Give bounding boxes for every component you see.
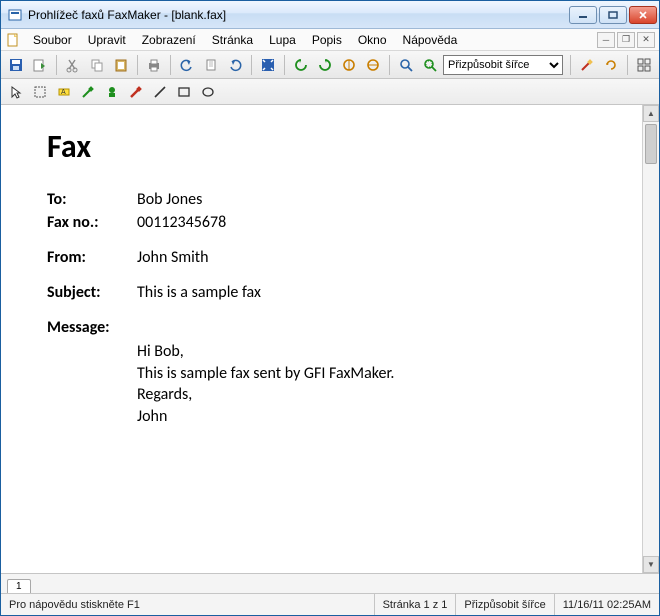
page-tab-1[interactable]: 1 [7, 579, 31, 593]
value-faxno: 00112345678 [137, 213, 226, 232]
svg-text:A: A [61, 89, 66, 96]
status-zoom: Přizpůsobit šířce [456, 594, 554, 615]
refresh-button[interactable] [600, 54, 622, 76]
message-line: Hi Bob, [137, 341, 596, 363]
zoom-tool-button[interactable] [395, 54, 417, 76]
export-button[interactable] [29, 54, 51, 76]
print-button[interactable] [143, 54, 165, 76]
message-body: Hi Bob, This is sample fax sent by GFI F… [137, 341, 596, 427]
flip-h-button[interactable] [338, 54, 360, 76]
message-line: This is sample fax sent by GFI FaxMaker. [137, 363, 596, 385]
ellipse-tool-button[interactable] [197, 81, 219, 103]
scroll-thumb[interactable] [645, 124, 657, 164]
label-message: Message: [47, 318, 137, 337]
page-rotate-button[interactable] [200, 54, 222, 76]
menu-upravit[interactable]: Upravit [80, 31, 134, 49]
toolbar-separator [251, 55, 252, 75]
close-button[interactable] [629, 6, 657, 24]
maximize-button[interactable] [599, 6, 627, 24]
toolbar-separator [170, 55, 171, 75]
window-controls [569, 6, 657, 24]
toolbar-separator [570, 55, 571, 75]
value-from: John Smith [137, 248, 209, 267]
fit-page-button[interactable] [257, 54, 279, 76]
pen-tool-button[interactable] [77, 81, 99, 103]
stamp-tool-button[interactable] [101, 81, 123, 103]
menu-okno[interactable]: Okno [350, 31, 395, 49]
status-help: Pro nápovědu stiskněte F1 [1, 594, 375, 615]
main-toolbar: Přizpůsobit šířce [1, 51, 659, 79]
zoom-area-button[interactable] [419, 54, 441, 76]
app-icon [7, 7, 23, 23]
toolbar-separator [627, 55, 628, 75]
copy-button[interactable] [86, 54, 108, 76]
annotate-clear-button[interactable] [576, 54, 598, 76]
label-to: To: [47, 190, 137, 209]
rectangle-tool-button[interactable] [173, 81, 195, 103]
rotate-right-button[interactable] [314, 54, 336, 76]
select-area-tool-button[interactable] [29, 81, 51, 103]
app-window: Prohlížeč faxů FaxMaker - [blank.fax] So… [0, 0, 660, 616]
pointer-tool-button[interactable] [5, 81, 27, 103]
toolbar-separator [389, 55, 390, 75]
cut-button[interactable] [62, 54, 84, 76]
message-line: Regards, [137, 384, 596, 406]
save-button[interactable] [5, 54, 27, 76]
status-page: Stránka 1 z 1 [375, 594, 457, 615]
label-subject: Subject: [47, 283, 137, 302]
rotate-left-button[interactable] [290, 54, 312, 76]
paste-button[interactable] [110, 54, 132, 76]
menu-soubor[interactable]: Soubor [25, 31, 80, 49]
toolbar-separator [56, 55, 57, 75]
toolbar-separator [137, 55, 138, 75]
document-viewport[interactable]: Fax To: Bob Jones Fax no.: 00112345678 F… [1, 105, 642, 573]
scroll-up-button[interactable]: ▲ [643, 105, 659, 122]
document-icon [5, 32, 21, 48]
menu-stranka[interactable]: Stránka [204, 31, 261, 49]
content-area: Fax To: Bob Jones Fax no.: 00112345678 F… [1, 105, 659, 573]
menu-lupa[interactable]: Lupa [261, 31, 304, 49]
status-datetime: 11/16/11 02:25AM [555, 594, 659, 615]
label-faxno: Fax no.: [47, 213, 137, 232]
page-tabstrip: 1 [1, 573, 659, 593]
titlebar: Prohlížeč faxů FaxMaker - [blank.fax] [1, 1, 659, 29]
mdi-restore-button[interactable]: ❐ [617, 32, 635, 48]
mdi-close-button[interactable]: ✕ [637, 32, 655, 48]
zoom-select[interactable]: Přizpůsobit šířce [443, 55, 563, 75]
fax-document: Fax To: Bob Jones Fax no.: 00112345678 F… [1, 105, 642, 449]
minimize-button[interactable] [569, 6, 597, 24]
value-to: Bob Jones [137, 190, 202, 209]
menubar: Soubor Upravit Zobrazení Stránka Lupa Po… [1, 29, 659, 51]
annotation-toolbar: A [1, 79, 659, 105]
line-tool-button[interactable] [149, 81, 171, 103]
label-from: From: [47, 248, 137, 267]
highlight-tool-button[interactable]: A [53, 81, 75, 103]
message-line: John [137, 406, 596, 428]
window-title: Prohlížeč faxů FaxMaker - [blank.fax] [28, 8, 569, 22]
toolbar-separator [284, 55, 285, 75]
menu-popis[interactable]: Popis [304, 31, 350, 49]
vertical-scrollbar[interactable]: ▲ ▼ [642, 105, 659, 573]
statusbar: Pro nápovědu stiskněte F1 Stránka 1 z 1 … [1, 593, 659, 615]
menu-zobrazeni[interactable]: Zobrazení [134, 31, 204, 49]
mdi-controls: ─ ❐ ✕ [597, 32, 655, 48]
scroll-down-button[interactable]: ▼ [643, 556, 659, 573]
value-subject: This is a sample fax [137, 283, 261, 302]
marker-tool-button[interactable] [125, 81, 147, 103]
fax-heading: Fax [47, 127, 596, 166]
scroll-track[interactable] [643, 122, 659, 556]
grid-layout-button[interactable] [633, 54, 655, 76]
flip-v-button[interactable] [362, 54, 384, 76]
redo-button[interactable] [224, 54, 246, 76]
menu-napoveda[interactable]: Nápověda [395, 31, 466, 49]
mdi-minimize-button[interactable]: ─ [597, 32, 615, 48]
undo-button[interactable] [176, 54, 198, 76]
